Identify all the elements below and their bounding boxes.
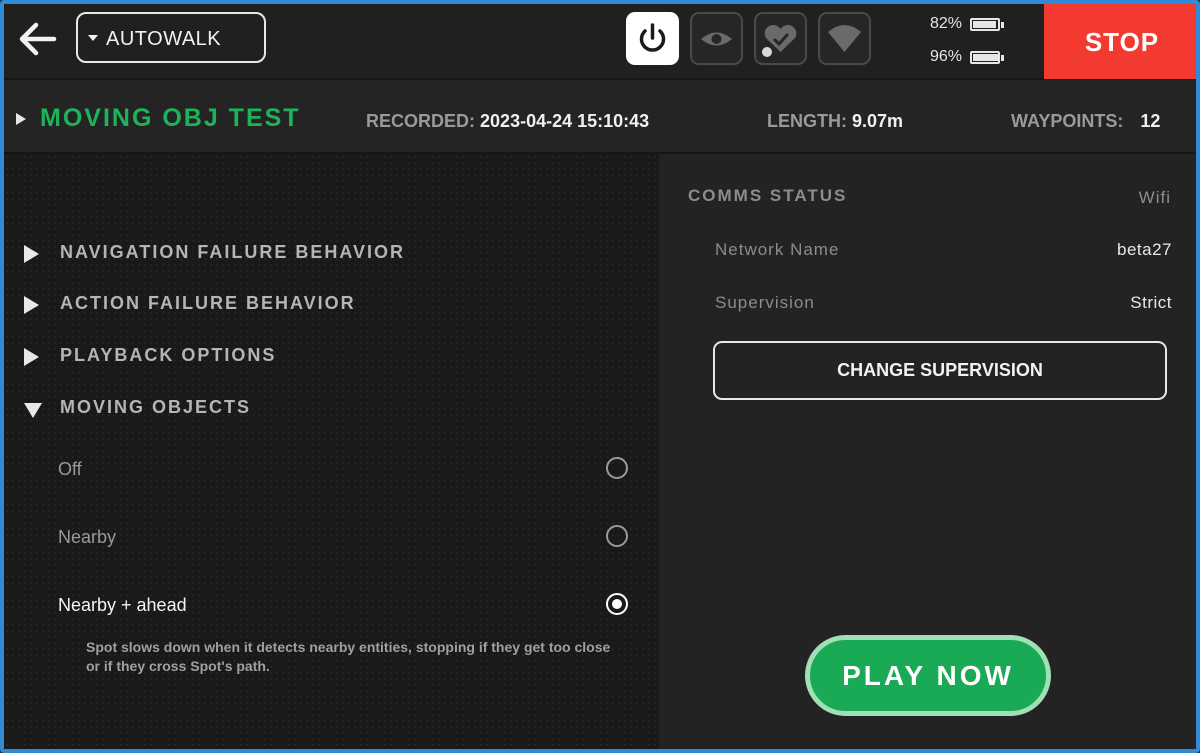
mode-dropdown-label: AUTOWALK bbox=[106, 28, 222, 50]
eye-icon bbox=[701, 32, 732, 46]
collapse-triangle-icon bbox=[24, 403, 42, 418]
power-button[interactable] bbox=[626, 12, 679, 65]
change-supervision-button[interactable]: CHANGE SUPERVISION bbox=[713, 341, 1167, 400]
battery-icon bbox=[970, 18, 1000, 31]
radio-button[interactable] bbox=[606, 457, 628, 479]
network-name-value: beta27 bbox=[1117, 240, 1172, 259]
recorded-info: RECORDED: 2023-04-24 15:10:43 bbox=[366, 111, 650, 131]
battery-percent: 82% bbox=[930, 15, 963, 32]
battery-icon bbox=[970, 51, 1000, 64]
power-icon bbox=[639, 23, 666, 52]
wifi-icon bbox=[828, 25, 861, 52]
mode-dropdown[interactable]: AUTOWALK bbox=[76, 12, 266, 63]
heart-check-icon bbox=[762, 24, 797, 57]
health-status-button[interactable] bbox=[754, 12, 807, 65]
top-bar: AUTOWALK 82% 96% STOP bbox=[4, 4, 1196, 80]
comms-panel: COMMS STATUS Wifi Network Name beta27 Su… bbox=[659, 154, 1196, 749]
network-name-label: Network Name bbox=[715, 240, 840, 259]
camera-view-button[interactable] bbox=[690, 12, 743, 65]
caret-down-icon bbox=[88, 35, 98, 41]
option-description: Spot slows down when it detects nearby e… bbox=[86, 639, 611, 674]
mission-info-bar: MOVING OBJ TEST RECORDED: 2023-04-24 15:… bbox=[4, 80, 1196, 154]
settings-panel: NAVIGATION FAILURE BEHAVIOR ACTION FAILU… bbox=[4, 154, 659, 749]
stop-button[interactable]: STOP bbox=[1044, 4, 1196, 79]
comms-status-title: COMMS STATUS bbox=[688, 186, 848, 205]
length-info: LENGTH: 9.07m bbox=[767, 111, 904, 131]
battery-percent: 96% bbox=[930, 48, 963, 65]
play-now-button[interactable]: PLAY NOW bbox=[805, 635, 1051, 716]
supervision-value: Strict bbox=[1130, 293, 1172, 312]
back-arrow-icon[interactable] bbox=[16, 18, 58, 60]
radio-button-selected[interactable] bbox=[606, 593, 628, 615]
mission-name: MOVING OBJ TEST bbox=[40, 104, 301, 132]
moving-objects-option-nearby[interactable]: Nearby bbox=[58, 521, 628, 555]
waypoints-info: WAYPOINTS: 12 bbox=[1011, 111, 1161, 131]
app-frame: AUTOWALK 82% 96% STOP MOVING OBJ TEST RE… bbox=[0, 0, 1200, 753]
expand-triangle-icon bbox=[24, 348, 39, 366]
expand-triangle-icon[interactable] bbox=[16, 113, 26, 125]
expand-triangle-icon bbox=[24, 296, 39, 314]
comms-type: Wifi bbox=[1138, 188, 1171, 207]
moving-objects-option-nearby-ahead[interactable]: Nearby + ahead bbox=[58, 589, 628, 623]
supervision-label: Supervision bbox=[715, 293, 815, 312]
moving-objects-option-off[interactable]: Off bbox=[58, 453, 628, 487]
radio-button[interactable] bbox=[606, 525, 628, 547]
expand-triangle-icon bbox=[24, 245, 39, 263]
wifi-button[interactable] bbox=[818, 12, 871, 65]
